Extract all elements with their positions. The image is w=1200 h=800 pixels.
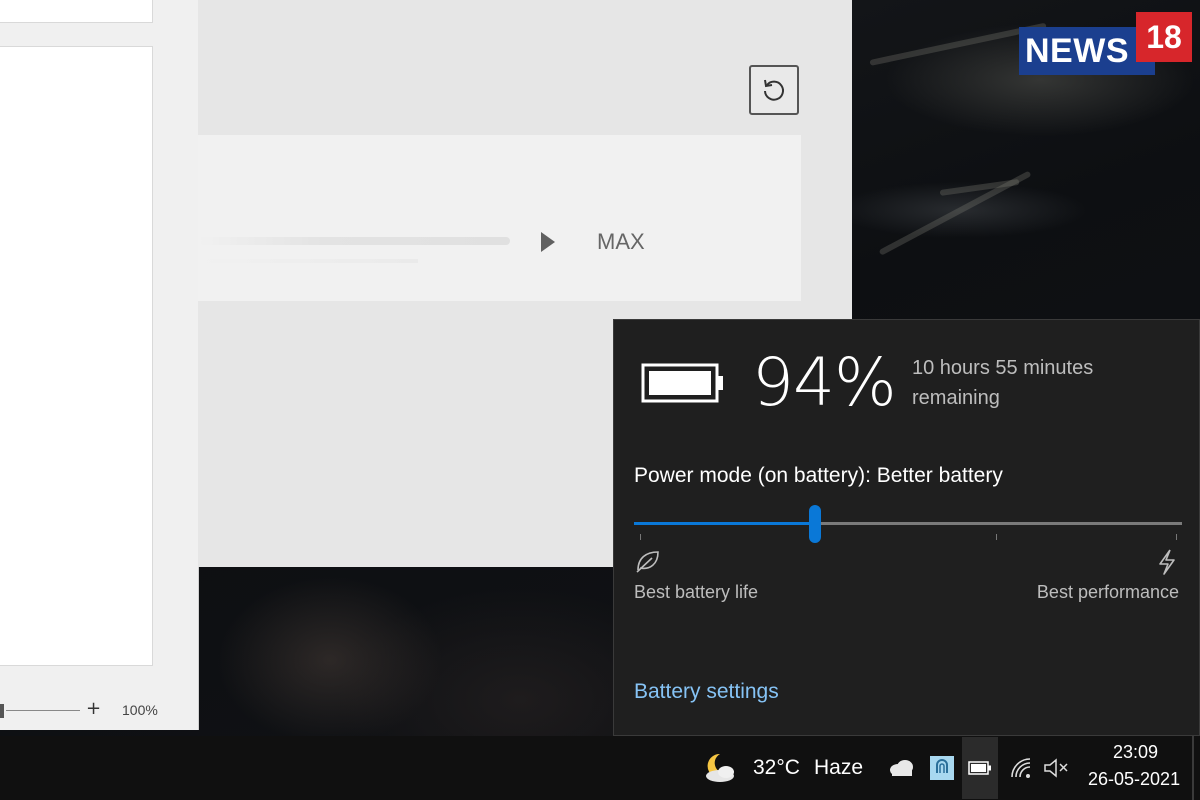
slider-panel [198,135,801,301]
zoom-in-button[interactable]: + [86,698,101,719]
zoom-bar: + 100% [0,694,198,730]
slider-thumb[interactable] [808,505,821,543]
weather-condition[interactable]: Haze [814,756,863,780]
battery-percent: 94% [752,344,897,421]
battery-tray-icon[interactable] [962,737,998,799]
max-label: MAX [597,229,645,254]
slider-tick [1176,534,1177,540]
clock-time[interactable]: 23:09 [1113,742,1158,763]
leaf-icon [636,551,659,573]
wifi-shape [1011,758,1031,778]
battery-tray-shape [968,761,991,775]
document-window: + 100% [0,0,199,730]
power-mode-slider[interactable] [634,502,1182,543]
battery-flyout: 94% 10 hours 55 minutes remaining Power … [613,319,1200,736]
battery-settings-link[interactable]: Battery settings [634,680,779,704]
remaining-line-1: 10 hours 55 minutes [912,357,1094,379]
battery-time-remaining: 10 hours 55 minutes remaining [912,353,1172,413]
level-slider-track[interactable] [198,237,510,245]
weather-temperature[interactable]: 32°C [753,756,800,780]
refresh-icon [764,79,784,101]
battery-icon [641,363,723,403]
reset-button[interactable] [749,65,799,115]
zoom-slider-thumb[interactable] [0,704,4,718]
level-slider-shadow [198,259,418,263]
clock-date[interactable]: 26-05-2021 [1088,769,1180,790]
wifi-icon[interactable] [1006,752,1038,784]
app-tray-shape [930,756,954,780]
cloud-shape [890,760,913,776]
zoom-slider-track[interactable] [6,710,80,711]
lightning-icon [1159,549,1175,575]
logo-number: 18 [1136,12,1192,62]
news18-logo: NEWS [1019,27,1155,75]
document-page[interactable] [0,46,153,666]
best-performance-label: Best performance [1036,582,1179,602]
zoom-level[interactable]: 100% [122,702,158,718]
show-desktop-button[interactable] [1192,736,1194,800]
speaker-muted-icon[interactable] [1040,752,1072,784]
slider-tick [996,534,997,540]
moon-cloud-icon[interactable] [700,750,742,784]
document-header-area [0,0,153,23]
logo-word: NEWS [1025,31,1129,70]
onedrive-cloud-icon[interactable] [886,752,918,784]
remaining-line-2: remaining [912,387,1000,409]
slider-track-fill[interactable] [634,522,815,525]
slider-tick [640,534,641,540]
speaker-muted-shape [1044,758,1068,778]
best-battery-life-label: Best battery life [634,582,759,602]
power-mode-label: Power mode (on battery): Better battery [634,464,1003,487]
play-arrow-icon[interactable] [541,232,555,252]
app-tray-icon[interactable] [926,752,958,784]
